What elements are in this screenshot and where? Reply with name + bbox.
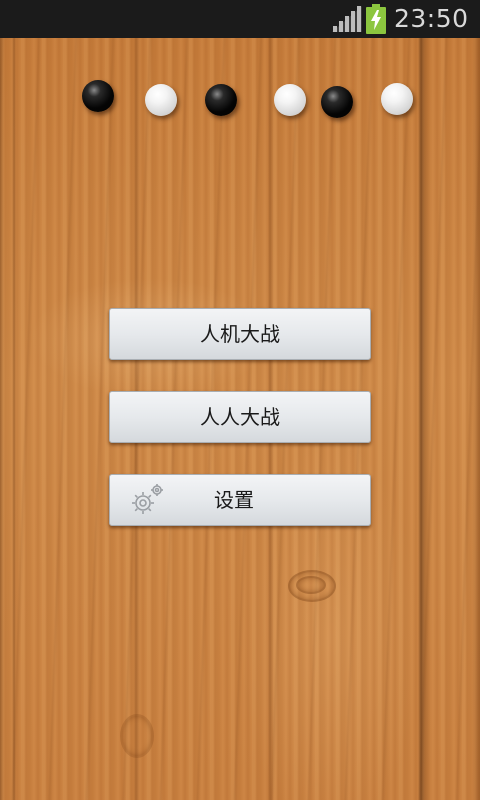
wood-knot [296, 576, 326, 594]
wood-knot [120, 714, 154, 758]
white-stone [274, 84, 306, 116]
main-menu-screen: 23:50 人机大战 人人大战 设置 [0, 0, 480, 800]
vs-computer-label: 人机大战 [200, 322, 280, 346]
vs-human-button[interactable]: 人人大战 [109, 391, 371, 443]
battery-charging-icon [366, 4, 386, 34]
status-bar: 23:50 [0, 0, 480, 38]
status-clock: 23:50 [394, 4, 469, 33]
vs-computer-button[interactable]: 人机大战 [109, 308, 371, 360]
black-stone [82, 80, 114, 112]
black-stone [205, 84, 237, 116]
white-stone [381, 83, 413, 115]
settings-label: 设置 [214, 488, 254, 512]
vs-human-label: 人人大战 [200, 405, 280, 429]
white-stone [145, 84, 177, 116]
black-stone [321, 86, 353, 118]
signal-bars-icon [332, 6, 362, 32]
settings-button[interactable]: 设置 [109, 474, 371, 526]
